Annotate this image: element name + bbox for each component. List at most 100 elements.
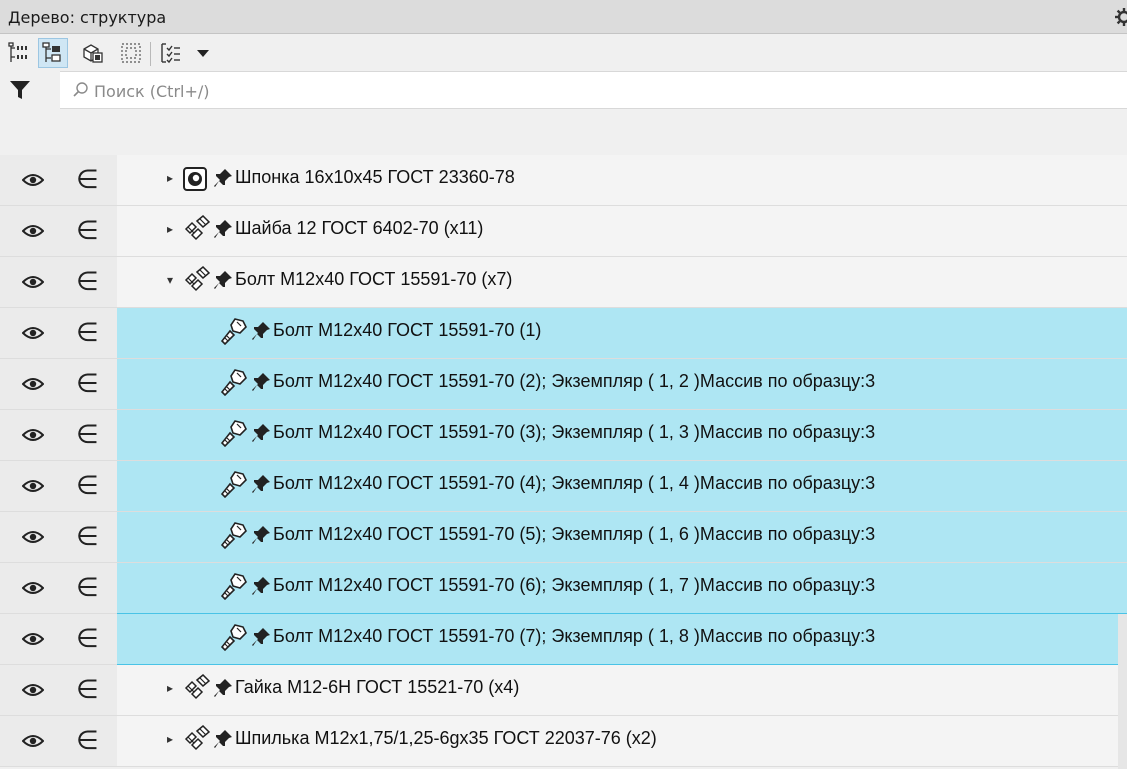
tree-row[interactable]: ∈ Болт М12х40 ГОСТ 15591-70 (3); Экземпля… <box>0 410 1127 461</box>
standard-parts-icon <box>183 673 211 704</box>
row-content[interactable]: ▸ Гайка М12-6Н ГОСТ 15521-70 (x4) <box>117 665 1127 715</box>
tree-view-flat-icon <box>8 42 27 62</box>
expand-arrow-icon[interactable]: ▸ <box>167 681 173 695</box>
visibility-eye-icon[interactable] <box>21 631 45 651</box>
bolt-part-icon <box>220 572 249 604</box>
tree-select-button[interactable] <box>116 38 146 68</box>
include-in-calculation-icon[interactable]: ∈ <box>76 216 99 246</box>
standard-parts-icon <box>183 214 211 245</box>
tree-row-label: Шайба 12 ГОСТ 6402-70 (x11) <box>235 218 484 238</box>
tree-filter-list-icon <box>161 43 180 64</box>
tree-row[interactable]: ∈ ▸ Гайка М12-6Н ГОСТ 15521-70 (x4) <box>0 665 1127 716</box>
pin-fixed-icon <box>213 729 233 753</box>
bolt-part-icon <box>220 317 249 349</box>
bolt-part-icon <box>220 470 249 502</box>
vertical-scrollbar[interactable] <box>1118 614 1127 769</box>
include-in-calculation-icon[interactable]: ∈ <box>76 165 99 195</box>
tree-row-label: Болт М12х40 ГОСТ 15591-70 (x7) <box>235 269 513 289</box>
tree-row[interactable]: ∈ Болт М12х40 ГОСТ 15591-70 (1) <box>0 308 1127 359</box>
tree-row[interactable]: ∈ Болт М12х40 ГОСТ 15591-70 (7); Экземпля… <box>0 613 1127 665</box>
visibility-eye-icon[interactable] <box>21 478 45 498</box>
tree-view-3d-button[interactable] <box>78 38 108 68</box>
pin-fixed-icon <box>213 678 233 702</box>
row-gutter: ∈ <box>0 308 117 358</box>
tree-row-label: Болт М12х40 ГОСТ 15591-70 (7); Экземпляр… <box>273 626 876 646</box>
tree-row[interactable]: ∈ Болт М12х40 ГОСТ 15591-70 (4); Экземпля… <box>0 461 1127 512</box>
toolbar-separator <box>150 42 151 66</box>
row-gutter: ∈ <box>0 716 117 766</box>
visibility-eye-icon[interactable] <box>21 376 45 396</box>
tree-view-structure-button[interactable] <box>38 38 68 68</box>
row-gutter: ∈ <box>0 206 117 256</box>
row-gutter: ∈ <box>0 461 117 511</box>
visibility-eye-icon[interactable] <box>21 223 45 243</box>
tree-row[interactable]: ∈ ▸ Шпонка 16х10х45 ГОСТ 23360-78 <box>0 155 1127 206</box>
bolt-part-icon <box>220 623 249 655</box>
tree-row-label: Болт М12х40 ГОСТ 15591-70 (1) <box>273 320 542 340</box>
tree-row[interactable]: ∈ Болт М12х40 ГОСТ 15591-70 (6); Экземпля… <box>0 563 1127 614</box>
pin-fixed-icon <box>251 627 271 651</box>
row-content[interactable]: ▸ Шпонка 16х10х45 ГОСТ 23360-78 <box>117 155 1127 205</box>
pin-fixed-icon <box>251 474 271 498</box>
include-in-calculation-icon[interactable]: ∈ <box>76 726 99 756</box>
tree-row[interactable]: ∈ Болт М12х40 ГОСТ 15591-70 (5); Экземпля… <box>0 512 1127 563</box>
tree-row[interactable]: ∈ Болт М12х40 ГОСТ 15591-70 (2); Экземпля… <box>0 359 1127 410</box>
search-box[interactable] <box>60 71 1127 109</box>
include-in-calculation-icon[interactable]: ∈ <box>76 573 99 603</box>
tree-view-3d-icon <box>83 44 103 63</box>
row-content[interactable]: Болт М12х40 ГОСТ 15591-70 (6); Экземпляр… <box>117 563 1127 613</box>
dropdown-arrow-icon <box>197 50 209 57</box>
row-content[interactable]: Болт М12х40 ГОСТ 15591-70 (3); Экземпляр… <box>117 410 1127 460</box>
row-content[interactable]: ▸ Шайба 12 ГОСТ 6402-70 (x11) <box>117 206 1127 256</box>
expand-arrow-icon[interactable]: ▸ <box>167 171 173 185</box>
include-in-calculation-icon[interactable]: ∈ <box>76 675 99 705</box>
row-content[interactable]: Болт М12х40 ГОСТ 15591-70 (4); Экземпляр… <box>117 461 1127 511</box>
visibility-eye-icon[interactable] <box>21 580 45 600</box>
row-gutter: ∈ <box>0 614 117 664</box>
tree-view-flat-button[interactable] <box>4 38 34 68</box>
visibility-eye-icon[interactable] <box>21 427 45 447</box>
include-in-calculation-icon[interactable]: ∈ <box>76 267 99 297</box>
tree-row-label: Шпилька М12х1,75/1,25-6gх35 ГОСТ 22037-7… <box>235 728 657 748</box>
tree-row[interactable]: ∈ ▸ Шайба 12 ГОСТ 6402-70 (x11) <box>0 206 1127 257</box>
pin-fixed-icon <box>213 270 233 294</box>
bolt-part-icon <box>220 521 249 553</box>
bolt-part-icon <box>220 368 249 400</box>
row-content[interactable]: Болт М12х40 ГОСТ 15591-70 (2); Экземпляр… <box>117 359 1127 409</box>
row-gutter: ∈ <box>0 257 117 307</box>
search-input[interactable] <box>92 76 996 106</box>
row-content[interactable]: Болт М12х40 ГОСТ 15591-70 (7); Экземпляр… <box>117 613 1127 665</box>
pin-fixed-icon <box>213 168 233 192</box>
collapse-arrow-icon[interactable]: ▾ <box>167 273 173 287</box>
include-in-calculation-icon[interactable]: ∈ <box>76 420 99 450</box>
row-gutter: ∈ <box>0 563 117 613</box>
include-in-calculation-icon[interactable]: ∈ <box>76 471 99 501</box>
toolbar-dropdown-button[interactable] <box>188 38 218 68</box>
visibility-eye-icon[interactable] <box>21 529 45 549</box>
panel-titlebar: Дерево: структура <box>0 0 1127 34</box>
tree-row[interactable]: ∈ ▾ Болт М12х40 ГОСТ 15591-70 (x7) <box>0 257 1127 308</box>
row-gutter: ∈ <box>0 410 117 460</box>
visibility-eye-icon[interactable] <box>21 325 45 345</box>
row-content[interactable]: Болт М12х40 ГОСТ 15591-70 (1) <box>117 308 1127 358</box>
funnel-icon <box>10 81 30 99</box>
tree-filter-list-button[interactable] <box>156 38 186 68</box>
gear-icon[interactable] <box>1114 7 1127 27</box>
expand-arrow-icon[interactable]: ▸ <box>167 732 173 746</box>
include-in-calculation-icon[interactable]: ∈ <box>76 624 99 654</box>
tree-row[interactable]: ∈ ▸ Шпилька М12х1,75/1,25-6gх35 ГОСТ 22037… <box>0 716 1127 767</box>
row-content[interactable]: ▾ Болт М12х40 ГОСТ 15591-70 (x7) <box>117 257 1127 307</box>
bolt-part-icon <box>220 419 249 451</box>
expand-arrow-icon[interactable]: ▸ <box>167 222 173 236</box>
include-in-calculation-icon[interactable]: ∈ <box>76 522 99 552</box>
row-content[interactable]: ▸ Шпилька М12х1,75/1,25-6gх35 ГОСТ 22037-… <box>117 716 1127 766</box>
pin-fixed-icon <box>251 321 271 345</box>
visibility-eye-icon[interactable] <box>21 274 45 294</box>
row-content[interactable]: Болт М12х40 ГОСТ 15591-70 (5); Экземпляр… <box>117 512 1127 562</box>
visibility-eye-icon[interactable] <box>21 682 45 702</box>
include-in-calculation-icon[interactable]: ∈ <box>76 318 99 348</box>
visibility-eye-icon[interactable] <box>21 733 45 753</box>
visibility-eye-icon[interactable] <box>21 172 45 192</box>
filter-button[interactable] <box>0 70 40 110</box>
include-in-calculation-icon[interactable]: ∈ <box>76 369 99 399</box>
